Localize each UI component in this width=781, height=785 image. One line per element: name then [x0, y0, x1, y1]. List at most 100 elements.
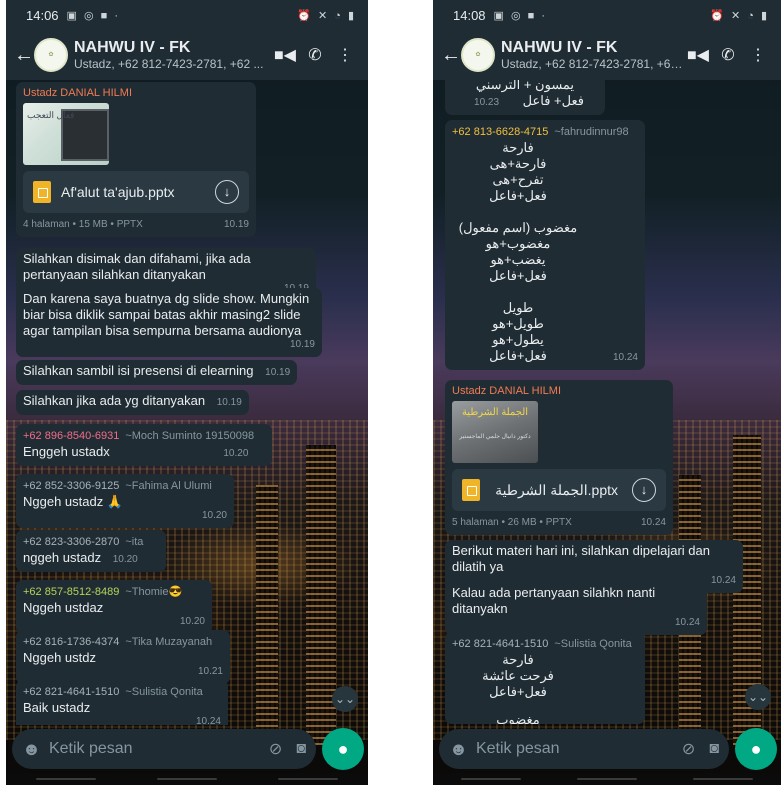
back-arrow-icon[interactable]: ←	[441, 44, 461, 67]
group-title: NAHWU IV - FK	[74, 39, 191, 56]
message-time: 10.20	[201, 510, 227, 521]
document-attachment[interactable]: Af'alut ta'ajub.pptx ↓	[23, 171, 249, 213]
document-preview-thumbnail[interactable]: الجملة الشرطية دكتور دانيال حلمي الماجست…	[452, 401, 538, 463]
message-bubble[interactable]: Ustadz DANIAL HILMI الجملة الشرطية دكتور…	[445, 380, 673, 535]
sender-phone[interactable]: +62 852-3306-9125	[23, 480, 119, 492]
sender-phone[interactable]: +62 857-8512-8489	[23, 586, 119, 598]
message-line	[452, 204, 584, 220]
scroll-down-icon[interactable]: ⌄⌄	[745, 684, 771, 710]
message-line: مغضوب	[496, 712, 540, 724]
chat-title-area[interactable]: NAHWU IV - FK Ustadz, +62 812-7423-2781,…	[501, 39, 683, 71]
message-bubble[interactable]: +62 821-4641-1510 ~Sulistia Qonita Baik u…	[16, 680, 228, 725]
message-text: Silahkan jika ada yg ditanyakan	[23, 393, 206, 408]
message-bubble[interactable]: +62 821-4641-1510 ~Sulistia Qonita فارحة …	[445, 632, 645, 724]
message-line: طويل	[502, 300, 534, 315]
message-line: فارحة	[502, 652, 534, 667]
message-bubble[interactable]: +62 816-1736-4374 ~Tika Muzayanah Nggeh u…	[16, 630, 230, 684]
sender-alias: ~Tika Muzayanah	[125, 636, 213, 648]
chat-header[interactable]: ← ✿ NAHWU IV - FK Ustadz, +62 812-7423-2…	[433, 30, 781, 80]
group-members: Ustadz, +62 812-7423-2781, +62 ...	[501, 57, 683, 71]
chat-title-area[interactable]: NAHWU IV - FK Ustadz, +62 812-7423-2781,…	[74, 39, 270, 71]
emoji-icon[interactable]: ☻	[449, 739, 468, 760]
message-line: يغضب+هو	[490, 252, 546, 267]
mic-button[interactable]: ●	[735, 728, 777, 770]
message-time: 10.19	[223, 219, 249, 230]
document-name: الجملة الشرطية.pptx	[495, 482, 618, 498]
video-call-icon[interactable]: ■◀	[683, 45, 713, 65]
message-bubble[interactable]: Silahkan jika ada yg ditanyakan 10.19	[16, 390, 249, 415]
group-avatar[interactable]: ✿	[461, 38, 495, 72]
video-call-icon[interactable]: ■◀	[270, 45, 300, 65]
message-bubble[interactable]: +62 852-3306-9125 ~Fahima Al Ulumi Nggeh …	[16, 474, 234, 528]
more-options-icon[interactable]: ⋮	[330, 45, 360, 65]
status-bar: 14:08 ▣ ◎ ■ · ⏰ ✕ ◔ ▮	[433, 0, 781, 30]
microphone-icon: ●	[337, 738, 349, 759]
message-bubble[interactable]: +62 823-3306-2870 ~ita nggeh ustadz 10.20	[16, 530, 166, 572]
message-input[interactable]: ☻ Ketik pesan ⊘ ◙	[439, 729, 729, 769]
message-input-placeholder: Ketik pesan	[48, 740, 133, 757]
preview-subtitle: دكتور دانيال حلمي الماجستير	[459, 434, 531, 440]
message-time: 10.24	[640, 517, 666, 528]
message-line: فعل+فاعل	[489, 268, 547, 283]
download-icon[interactable]: ↓	[632, 478, 656, 502]
mic-button[interactable]: ●	[322, 728, 364, 770]
message-line: فعل+ فاعل	[522, 93, 584, 108]
message-bubble[interactable]: +62 857-8512-8489 ~Thomie😎 Nggeh ustdaz 1…	[16, 580, 212, 634]
message-bubble[interactable]: يمسون + الترسني فعل+ فاعل 10.23	[445, 80, 605, 115]
message-bubble[interactable]: +62 813-6628-4715 ~fahrudinnur98 فارحة فا…	[445, 120, 645, 370]
group-avatar[interactable]: ✿	[34, 38, 68, 72]
message-line: فارحة+هى	[489, 156, 547, 171]
message-time: 10.20	[179, 616, 205, 627]
group-title: NAHWU IV - FK	[501, 39, 618, 56]
message-bubble[interactable]: Dan karena saya buatnya dg slide show. M…	[16, 288, 322, 357]
message-line: فعل+فاعل	[489, 684, 547, 699]
message-text: Dan karena saya buatnya dg slide show. M…	[23, 291, 310, 338]
pptx-file-icon	[33, 181, 51, 203]
message-line: يطول+هو	[492, 332, 544, 347]
message-line: مغضوب+هو	[485, 236, 551, 251]
scroll-down-icon[interactable]: ⌄⌄	[332, 686, 358, 712]
message-text: Enggeh ustadx	[23, 444, 110, 459]
message-bubble[interactable]: Silahkan sambil isi presensi di elearnin…	[16, 360, 298, 385]
voice-call-icon[interactable]: ✆	[300, 45, 330, 65]
document-meta: 5 halaman • 26 MB • PPTX	[452, 517, 572, 528]
pptx-file-icon	[462, 479, 480, 501]
chat-header[interactable]: ← ✿ NAHWU IV - FK Ustadz, +62 812-7423-2…	[6, 30, 368, 80]
document-preview-thumbnail[interactable]: فعال التعجب	[23, 103, 109, 165]
status-time: 14:06	[26, 7, 59, 23]
download-icon[interactable]: ↓	[215, 180, 239, 204]
sender-alias: ~ita	[125, 536, 144, 548]
voice-call-icon[interactable]: ✆	[713, 45, 743, 65]
message-list[interactable]: Ustadz DANIAL HILMI فعال التعجب Af'alut …	[6, 80, 368, 725]
back-arrow-icon[interactable]: ←	[14, 44, 34, 67]
message-bubble[interactable]: +62 896-8540-6931 ~Moch Suminto 19150098 …	[16, 424, 272, 466]
sender-phone[interactable]: +62 813-6628-4715	[452, 126, 548, 138]
sender-alias: ~Sulistia Qonita	[125, 686, 203, 698]
emoji-icon[interactable]: ☻	[22, 739, 41, 760]
system-icons: ⏰ ✕ ◔ ▮	[297, 9, 356, 22]
sender-phone[interactable]: +62 816-1736-4374	[23, 636, 119, 648]
camera-icon[interactable]: ◙	[296, 740, 306, 758]
message-time: 10.19	[289, 339, 315, 350]
message-line: تفرح+هى	[492, 172, 544, 187]
notification-icons: ▣ ◎ ■ ·	[493, 9, 548, 22]
attach-icon[interactable]: ⊘	[269, 739, 282, 759]
attach-icon[interactable]: ⊘	[682, 739, 695, 759]
message-time: 10.23	[474, 97, 500, 108]
message-input[interactable]: ☻ Ketik pesan ⊘ ◙	[12, 729, 316, 769]
sender-phone[interactable]: +62 823-3306-2870	[23, 536, 119, 548]
more-options-icon[interactable]: ⋮	[743, 45, 773, 65]
document-attachment[interactable]: الجملة الشرطية.pptx ↓	[452, 469, 666, 511]
sender-phone[interactable]: +62 821-4641-1510	[23, 686, 119, 698]
status-bar: 14:06 ▣ ◎ ■ · ⏰ ✕ ◔ ▮	[6, 0, 368, 30]
preview-title: الجملة الشرطية	[461, 407, 529, 418]
preview-title: فعال التعجب	[27, 110, 75, 120]
message-line: طويل+هو	[492, 316, 544, 331]
camera-icon[interactable]: ◙	[709, 740, 719, 758]
sender-phone[interactable]: +62 821-4641-1510	[452, 638, 548, 650]
sender-phone[interactable]: +62 896-8540-6931	[23, 430, 119, 442]
message-bubble[interactable]: Kalau ada pertanyaan silahkn nanti ditan…	[445, 582, 707, 635]
system-icons: ⏰ ✕ ◔ ▮	[710, 9, 769, 22]
message-bubble[interactable]: Ustadz DANIAL HILMI فعال التعجب Af'alut …	[16, 82, 256, 237]
message-list[interactable]: يمسون + الترسني فعل+ فاعل 10.23 +62 813-…	[433, 80, 781, 725]
